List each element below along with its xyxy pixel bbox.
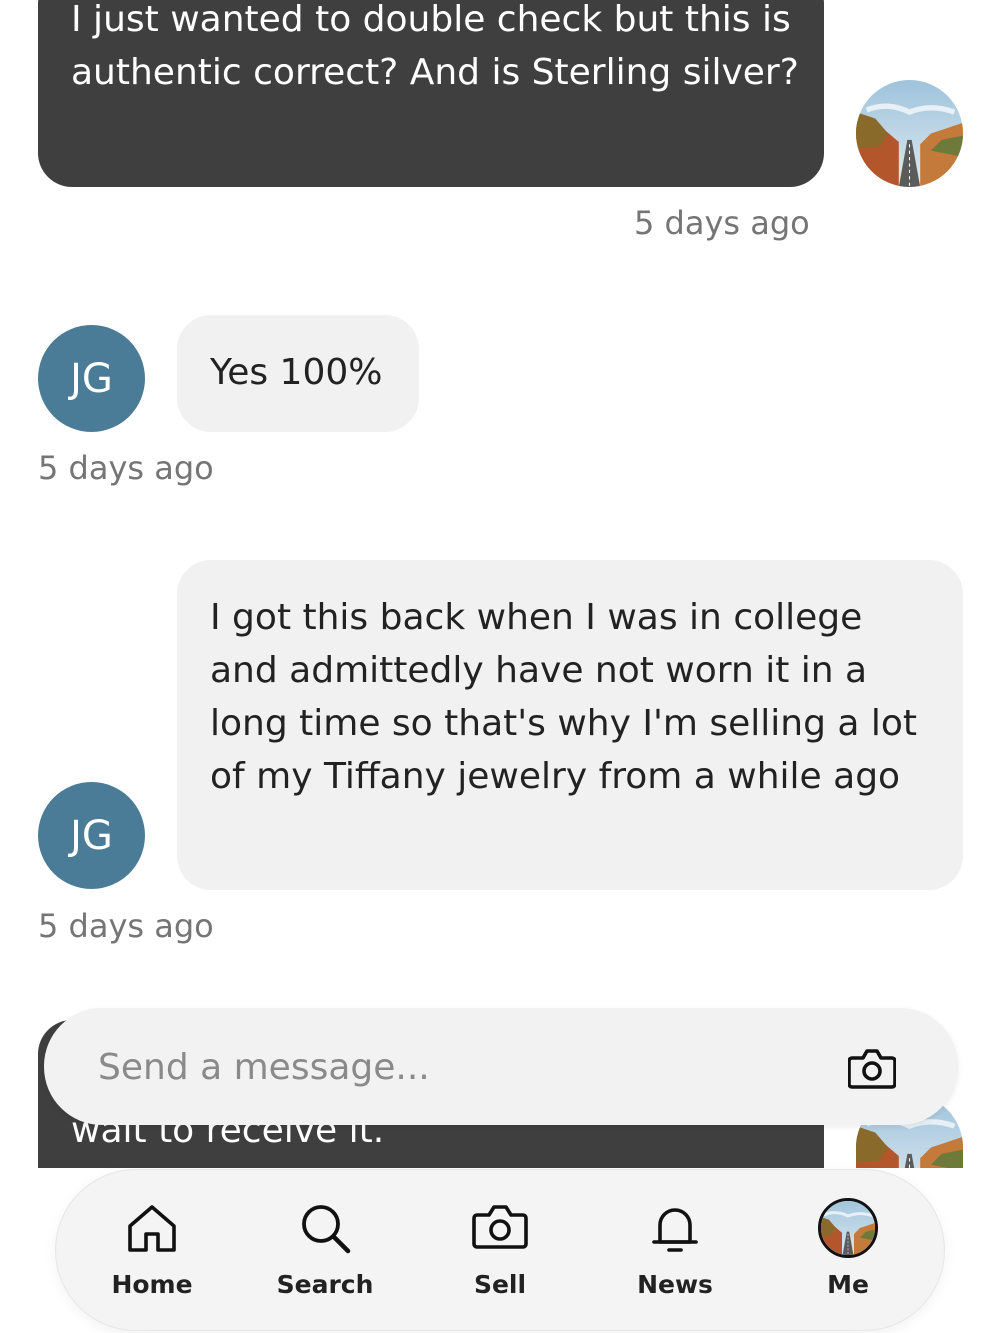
- camera-icon[interactable]: [848, 1046, 896, 1090]
- nav-search[interactable]: Search: [255, 1198, 395, 1299]
- message-input[interactable]: [96, 1038, 840, 1096]
- nav-news[interactable]: News: [605, 1198, 745, 1299]
- message-text: I got this back when I was in college an…: [210, 597, 918, 797]
- avatar-initials: JG: [70, 355, 113, 402]
- profile-avatar-icon: [818, 1198, 878, 1258]
- road-photo-icon: [856, 80, 963, 187]
- nav-sell-label: Sell: [473, 1270, 527, 1299]
- message-timestamp: 5 days ago: [38, 907, 214, 945]
- nav-home-label: Home: [111, 1270, 193, 1299]
- seller-avatar[interactable]: JG: [38, 782, 145, 889]
- nav-sell[interactable]: Sell: [430, 1198, 570, 1299]
- message-timestamp: 5 days ago: [634, 204, 810, 242]
- nav-me-label: Me: [827, 1270, 869, 1299]
- message-timestamp: 5 days ago: [38, 449, 214, 487]
- nav-me[interactable]: Me: [778, 1198, 918, 1299]
- seller-avatar[interactable]: JG: [38, 325, 145, 432]
- nav-search-label: Search: [276, 1270, 374, 1299]
- message-text: Yes 100%: [210, 352, 383, 393]
- message-composer: [44, 1008, 958, 1125]
- nav-news-label: News: [637, 1270, 713, 1299]
- avatar-initials: JG: [70, 812, 113, 859]
- search-icon: [302, 1205, 351, 1254]
- user-avatar[interactable]: [856, 80, 963, 187]
- outgoing-message-bubble[interactable]: I just wanted to double check but this i…: [38, 0, 824, 187]
- bell-icon: [652, 1208, 698, 1252]
- incoming-message-bubble[interactable]: I got this back when I was in college an…: [177, 560, 963, 890]
- incoming-message-bubble[interactable]: Yes 100%: [177, 315, 419, 432]
- home-icon: [128, 1205, 176, 1252]
- nav-home[interactable]: Home: [82, 1198, 222, 1299]
- camera-icon: [472, 1205, 528, 1249]
- bottom-navigation: Home Search Sell News Me: [56, 1170, 944, 1330]
- message-text: I just wanted to double check but this i…: [71, 0, 799, 93]
